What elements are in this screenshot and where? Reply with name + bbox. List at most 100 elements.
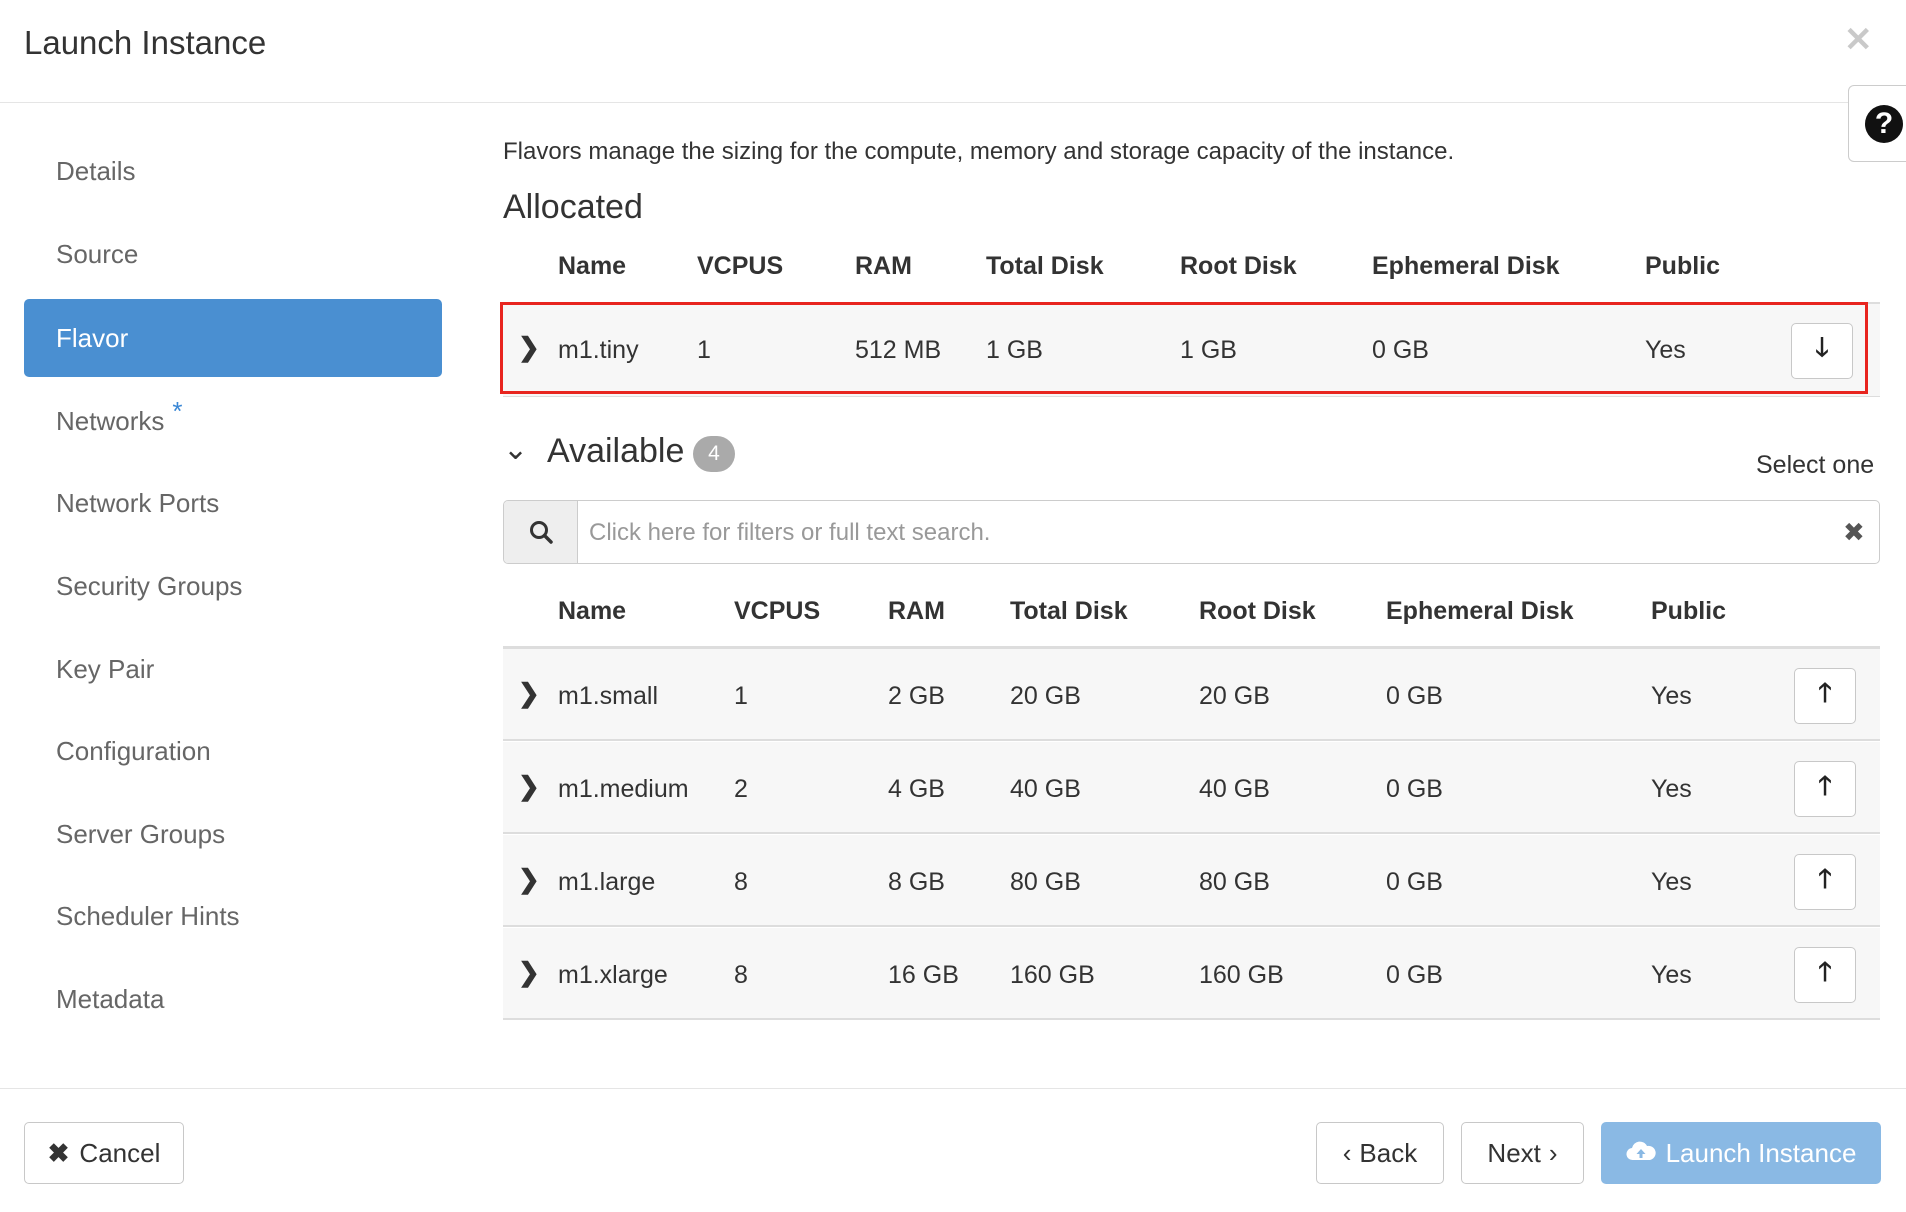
sidebar-item-label: Security Groups bbox=[56, 570, 243, 601]
cell-root-disk: 40 GB bbox=[1199, 775, 1270, 803]
next-button[interactable]: Next › bbox=[1461, 1122, 1584, 1184]
sidebar-item-scheduler-hints[interactable]: Scheduler Hints bbox=[24, 877, 442, 955]
cell-ephemeral-disk: 0 GB bbox=[1386, 682, 1443, 710]
sidebar-item-server-groups[interactable]: Server Groups bbox=[24, 795, 442, 873]
chevron-right-icon[interactable]: ❯ bbox=[518, 864, 540, 895]
footer-divider bbox=[0, 1088, 1906, 1089]
cell-public: Yes bbox=[1651, 682, 1692, 710]
arrow-up-icon: 🡑 bbox=[1818, 677, 1832, 707]
cell-public: Yes bbox=[1651, 961, 1692, 989]
select-hint: Select one bbox=[1756, 451, 1875, 479]
sidebar-item-networks[interactable]: Networks * bbox=[24, 382, 442, 460]
sidebar-item-flavor[interactable]: Flavor bbox=[24, 299, 442, 377]
allocate-button[interactable]: 🡑 bbox=[1794, 947, 1856, 1003]
cell-name: m1.xlarge bbox=[558, 961, 668, 989]
sidebar-item-label: Source bbox=[56, 238, 139, 269]
col-header-vcpus: VCPUS bbox=[734, 597, 821, 625]
sidebar-item-label: Server Groups bbox=[56, 818, 226, 849]
sidebar-item-label: Flavor bbox=[56, 322, 129, 353]
col-header-total-disk: Total Disk bbox=[1010, 597, 1128, 625]
cell-vcpus: 1 bbox=[734, 682, 748, 710]
question-icon: ? bbox=[1865, 104, 1903, 143]
sidebar-item-label: Details bbox=[56, 155, 136, 186]
header-divider bbox=[0, 102, 1906, 103]
launch-label: Launch Instance bbox=[1665, 1137, 1857, 1168]
highlight-box bbox=[500, 302, 1868, 394]
sidebar-item-metadata[interactable]: Metadata bbox=[24, 960, 442, 1038]
col-header-public: Public bbox=[1651, 597, 1727, 625]
cell-ephemeral-disk: 0 GB bbox=[1386, 775, 1443, 803]
required-mark: * bbox=[172, 395, 183, 426]
cell-root-disk: 20 GB bbox=[1199, 682, 1270, 710]
sidebar-item-network-ports[interactable]: Network Ports bbox=[24, 464, 442, 542]
cell-name: m1.large bbox=[558, 868, 656, 896]
cell-root-disk: 80 GB bbox=[1199, 868, 1270, 896]
chevron-right-icon[interactable]: ❯ bbox=[518, 678, 540, 709]
cell-name: m1.medium bbox=[558, 775, 689, 803]
sidebar-item-source[interactable]: Source bbox=[24, 215, 442, 293]
sidebar-item-configuration[interactable]: Configuration bbox=[24, 712, 442, 790]
col-header-root-disk: Root Disk bbox=[1199, 597, 1316, 625]
dialog-title: Launch Instance bbox=[24, 24, 267, 61]
col-header-ram: RAM bbox=[855, 252, 912, 280]
times-icon: ✖ bbox=[47, 1137, 70, 1168]
col-header-ram: RAM bbox=[888, 597, 945, 625]
close-icon[interactable]: ✕ bbox=[1844, 20, 1873, 60]
arrow-up-icon: 🡑 bbox=[1818, 863, 1832, 893]
cell-vcpus: 8 bbox=[734, 868, 748, 896]
flavor-intro-text: Flavors manage the sizing for the comput… bbox=[503, 138, 1455, 165]
cell-ephemeral-disk: 0 GB bbox=[1386, 961, 1443, 989]
sidebar-item-label: Configuration bbox=[56, 735, 211, 766]
back-button[interactable]: ‹ Back bbox=[1316, 1122, 1444, 1184]
allocate-button[interactable]: 🡑 bbox=[1794, 761, 1856, 817]
col-header-total-disk: Total Disk bbox=[986, 252, 1104, 280]
chevron-left-icon: ‹ bbox=[1342, 1137, 1352, 1168]
cell-ram: 8 GB bbox=[888, 868, 945, 896]
chevron-down-icon[interactable]: ⌄ bbox=[503, 432, 528, 467]
back-label: Back bbox=[1359, 1137, 1418, 1168]
chevron-right-icon[interactable]: ❯ bbox=[518, 957, 540, 988]
next-label: Next bbox=[1487, 1137, 1541, 1168]
cell-total-disk: 160 GB bbox=[1010, 961, 1095, 989]
cell-total-disk: 40 GB bbox=[1010, 775, 1081, 803]
allocate-button[interactable]: 🡑 bbox=[1794, 854, 1856, 910]
sidebar-item-label: Network Ports bbox=[56, 487, 220, 518]
cell-ephemeral-disk: 0 GB bbox=[1386, 868, 1443, 896]
sidebar-item-security-groups[interactable]: Security Groups bbox=[24, 547, 442, 625]
cell-public: Yes bbox=[1651, 868, 1692, 896]
cell-ram: 16 GB bbox=[888, 961, 959, 989]
allocated-heading: Allocated bbox=[503, 188, 643, 226]
cell-vcpus: 2 bbox=[734, 775, 748, 803]
cell-name: m1.small bbox=[558, 682, 659, 710]
col-header-ephemeral-disk: Ephemeral Disk bbox=[1386, 597, 1574, 625]
allocate-button[interactable]: 🡑 bbox=[1794, 668, 1856, 724]
chevron-right-icon: › bbox=[1548, 1137, 1558, 1168]
cell-root-disk: 160 GB bbox=[1199, 961, 1284, 989]
col-header-name: Name bbox=[558, 252, 627, 280]
search-input[interactable] bbox=[587, 505, 1831, 561]
cancel-label: Cancel bbox=[79, 1137, 161, 1168]
help-button[interactable]: ? bbox=[1848, 85, 1906, 162]
cell-ram: 4 GB bbox=[888, 775, 945, 803]
cell-vcpus: 8 bbox=[734, 961, 748, 989]
chevron-right-icon[interactable]: ❯ bbox=[518, 771, 540, 802]
arrow-up-icon: 🡑 bbox=[1818, 956, 1832, 986]
col-header-root-disk: Root Disk bbox=[1180, 252, 1297, 280]
clear-search-icon[interactable]: ✖ bbox=[1843, 517, 1865, 548]
sidebar-item-key-pair[interactable]: Key Pair bbox=[24, 630, 442, 708]
col-header-name: Name bbox=[558, 597, 627, 625]
cell-ram: 2 GB bbox=[888, 682, 945, 710]
cell-public: Yes bbox=[1651, 775, 1692, 803]
launch-instance-button[interactable]: Launch Instance bbox=[1601, 1122, 1881, 1184]
table-divider bbox=[503, 396, 1880, 397]
col-header-public: Public bbox=[1645, 252, 1721, 280]
cell-total-disk: 20 GB bbox=[1010, 682, 1081, 710]
sidebar-item-details[interactable]: Details bbox=[24, 132, 442, 210]
sidebar-item-label: Scheduler Hints bbox=[56, 900, 240, 931]
sidebar-item-label: Networks bbox=[56, 405, 165, 436]
col-header-vcpus: VCPUS bbox=[697, 252, 784, 280]
available-heading: Available bbox=[547, 432, 685, 470]
search-icon bbox=[504, 501, 578, 563]
count-badge: 4 bbox=[693, 436, 735, 472]
cancel-button[interactable]: ✖ Cancel bbox=[24, 1122, 184, 1184]
